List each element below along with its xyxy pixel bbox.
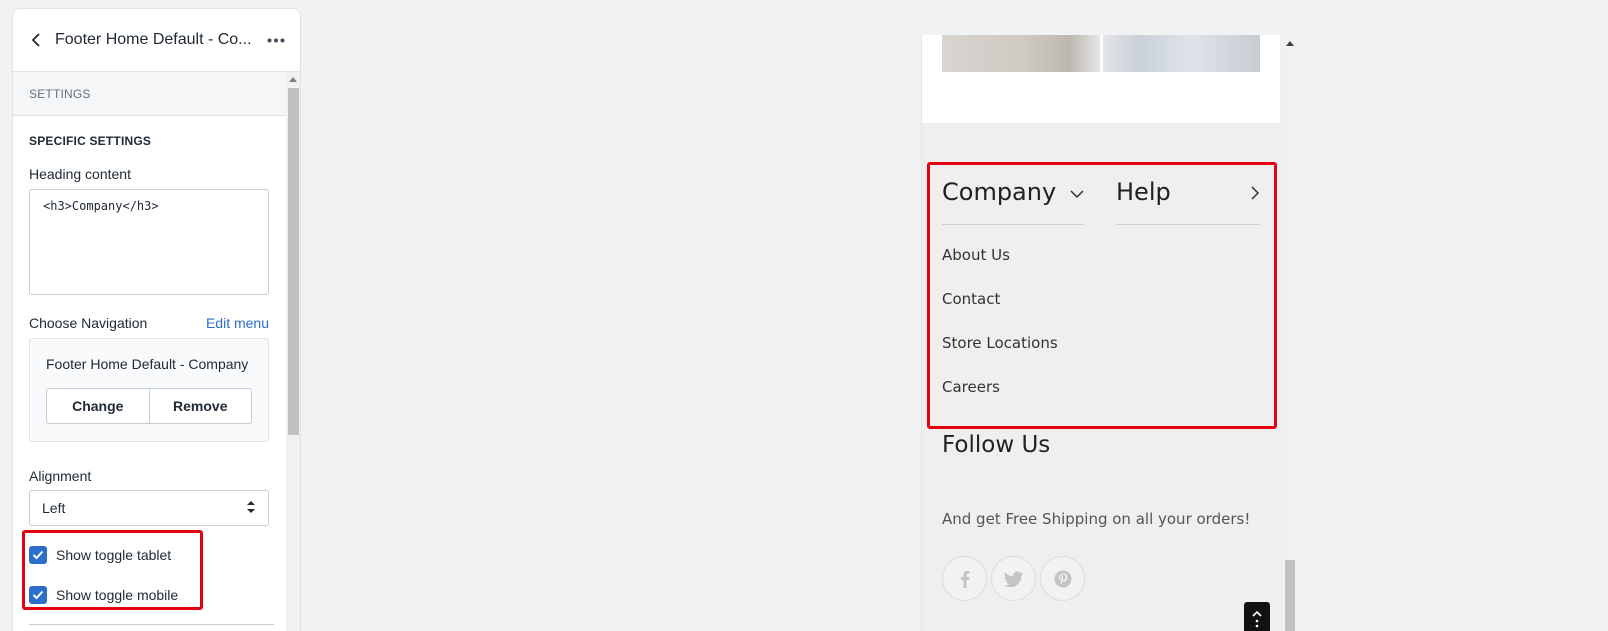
- panel-header: Footer Home Default - Co...: [13, 9, 300, 72]
- panel-body: SETTINGS SPECIFIC SETTINGS Heading conte…: [13, 72, 288, 631]
- chevron-up-icon: [1252, 610, 1262, 627]
- back-arrow-icon[interactable]: [27, 31, 45, 49]
- menu-button-group: Change Remove: [46, 388, 252, 424]
- alignment-label: Alignment: [29, 468, 92, 484]
- alignment-select[interactable]: Left: [29, 490, 269, 526]
- preview-scroll-up-icon[interactable]: [1286, 41, 1294, 46]
- image-gap: [1100, 35, 1103, 72]
- chevron-right-icon: [1251, 186, 1260, 205]
- footer-link-contact[interactable]: Contact: [942, 290, 1000, 308]
- panel-scroll-thumb[interactable]: [288, 88, 299, 435]
- company-heading: Company: [942, 178, 1057, 206]
- choose-navigation-label: Choose Navigation: [29, 315, 148, 331]
- toggle-mobile-option[interactable]: Show toggle mobile: [29, 586, 272, 604]
- heading-content-textarea[interactable]: <h3>Company</h3>: [29, 189, 269, 295]
- pinterest-icon[interactable]: [1040, 556, 1085, 601]
- chevron-down-icon: [1070, 186, 1084, 204]
- toggle-tablet-label: Show toggle tablet: [56, 547, 172, 563]
- help-heading: Help: [1116, 178, 1171, 206]
- storefront-preview: Company Help About Us Contact Store Loca…: [921, 35, 1297, 631]
- promo-image: [942, 35, 1260, 72]
- shipping-tagline: And get Free Shipping on all your orders…: [942, 510, 1251, 528]
- change-button[interactable]: Change: [47, 389, 149, 423]
- selected-menu-name: Footer Home Default - Company: [46, 356, 249, 372]
- navigation-row: Choose Navigation Edit menu: [29, 315, 269, 331]
- back-to-top-button[interactable]: [1244, 602, 1270, 631]
- toggle-tablet-checkbox[interactable]: [29, 546, 47, 564]
- footer-link-about[interactable]: About Us: [942, 246, 1010, 264]
- footer-company-toggle[interactable]: Company: [942, 177, 1084, 225]
- footer-link-careers[interactable]: Careers: [942, 378, 1000, 396]
- follow-us-heading: Follow Us: [942, 432, 1051, 458]
- edit-menu-link[interactable]: Edit menu: [206, 315, 269, 331]
- scroll-up-arrow-icon[interactable]: [289, 77, 297, 82]
- footer-help-toggle[interactable]: Help: [1116, 177, 1260, 225]
- toggle-mobile-label: Show toggle mobile: [56, 587, 179, 603]
- footer-link-stores[interactable]: Store Locations: [942, 334, 1058, 352]
- section-header: SETTINGS: [13, 72, 288, 116]
- more-options-icon[interactable]: [264, 31, 288, 49]
- toggle-tablet-option[interactable]: Show toggle tablet: [29, 546, 272, 564]
- heading-content-label: Heading content: [29, 166, 131, 182]
- section-divider: [29, 624, 274, 625]
- image-section: [922, 35, 1280, 123]
- alignment-value: Left: [42, 500, 66, 516]
- editor-panel: Footer Home Default - Co... SETTINGS SPE…: [12, 8, 301, 631]
- remove-button[interactable]: Remove: [148, 389, 252, 423]
- facebook-icon[interactable]: [942, 556, 987, 601]
- specific-settings-heading: SPECIFIC SETTINGS: [29, 134, 152, 148]
- select-arrows-icon: [246, 500, 256, 517]
- preview-scrollbar[interactable]: [1282, 35, 1297, 631]
- navigation-card: Footer Home Default - Company Change Rem…: [29, 338, 269, 442]
- toggle-mobile-checkbox[interactable]: [29, 586, 47, 604]
- panel-scrollbar[interactable]: [286, 72, 300, 631]
- panel-title: Footer Home Default - Co...: [55, 31, 252, 48]
- preview-scroll-thumb[interactable]: [1285, 560, 1295, 631]
- settings-content: SPECIFIC SETTINGS Heading content <h3>Co…: [13, 116, 288, 631]
- twitter-icon[interactable]: [991, 556, 1036, 601]
